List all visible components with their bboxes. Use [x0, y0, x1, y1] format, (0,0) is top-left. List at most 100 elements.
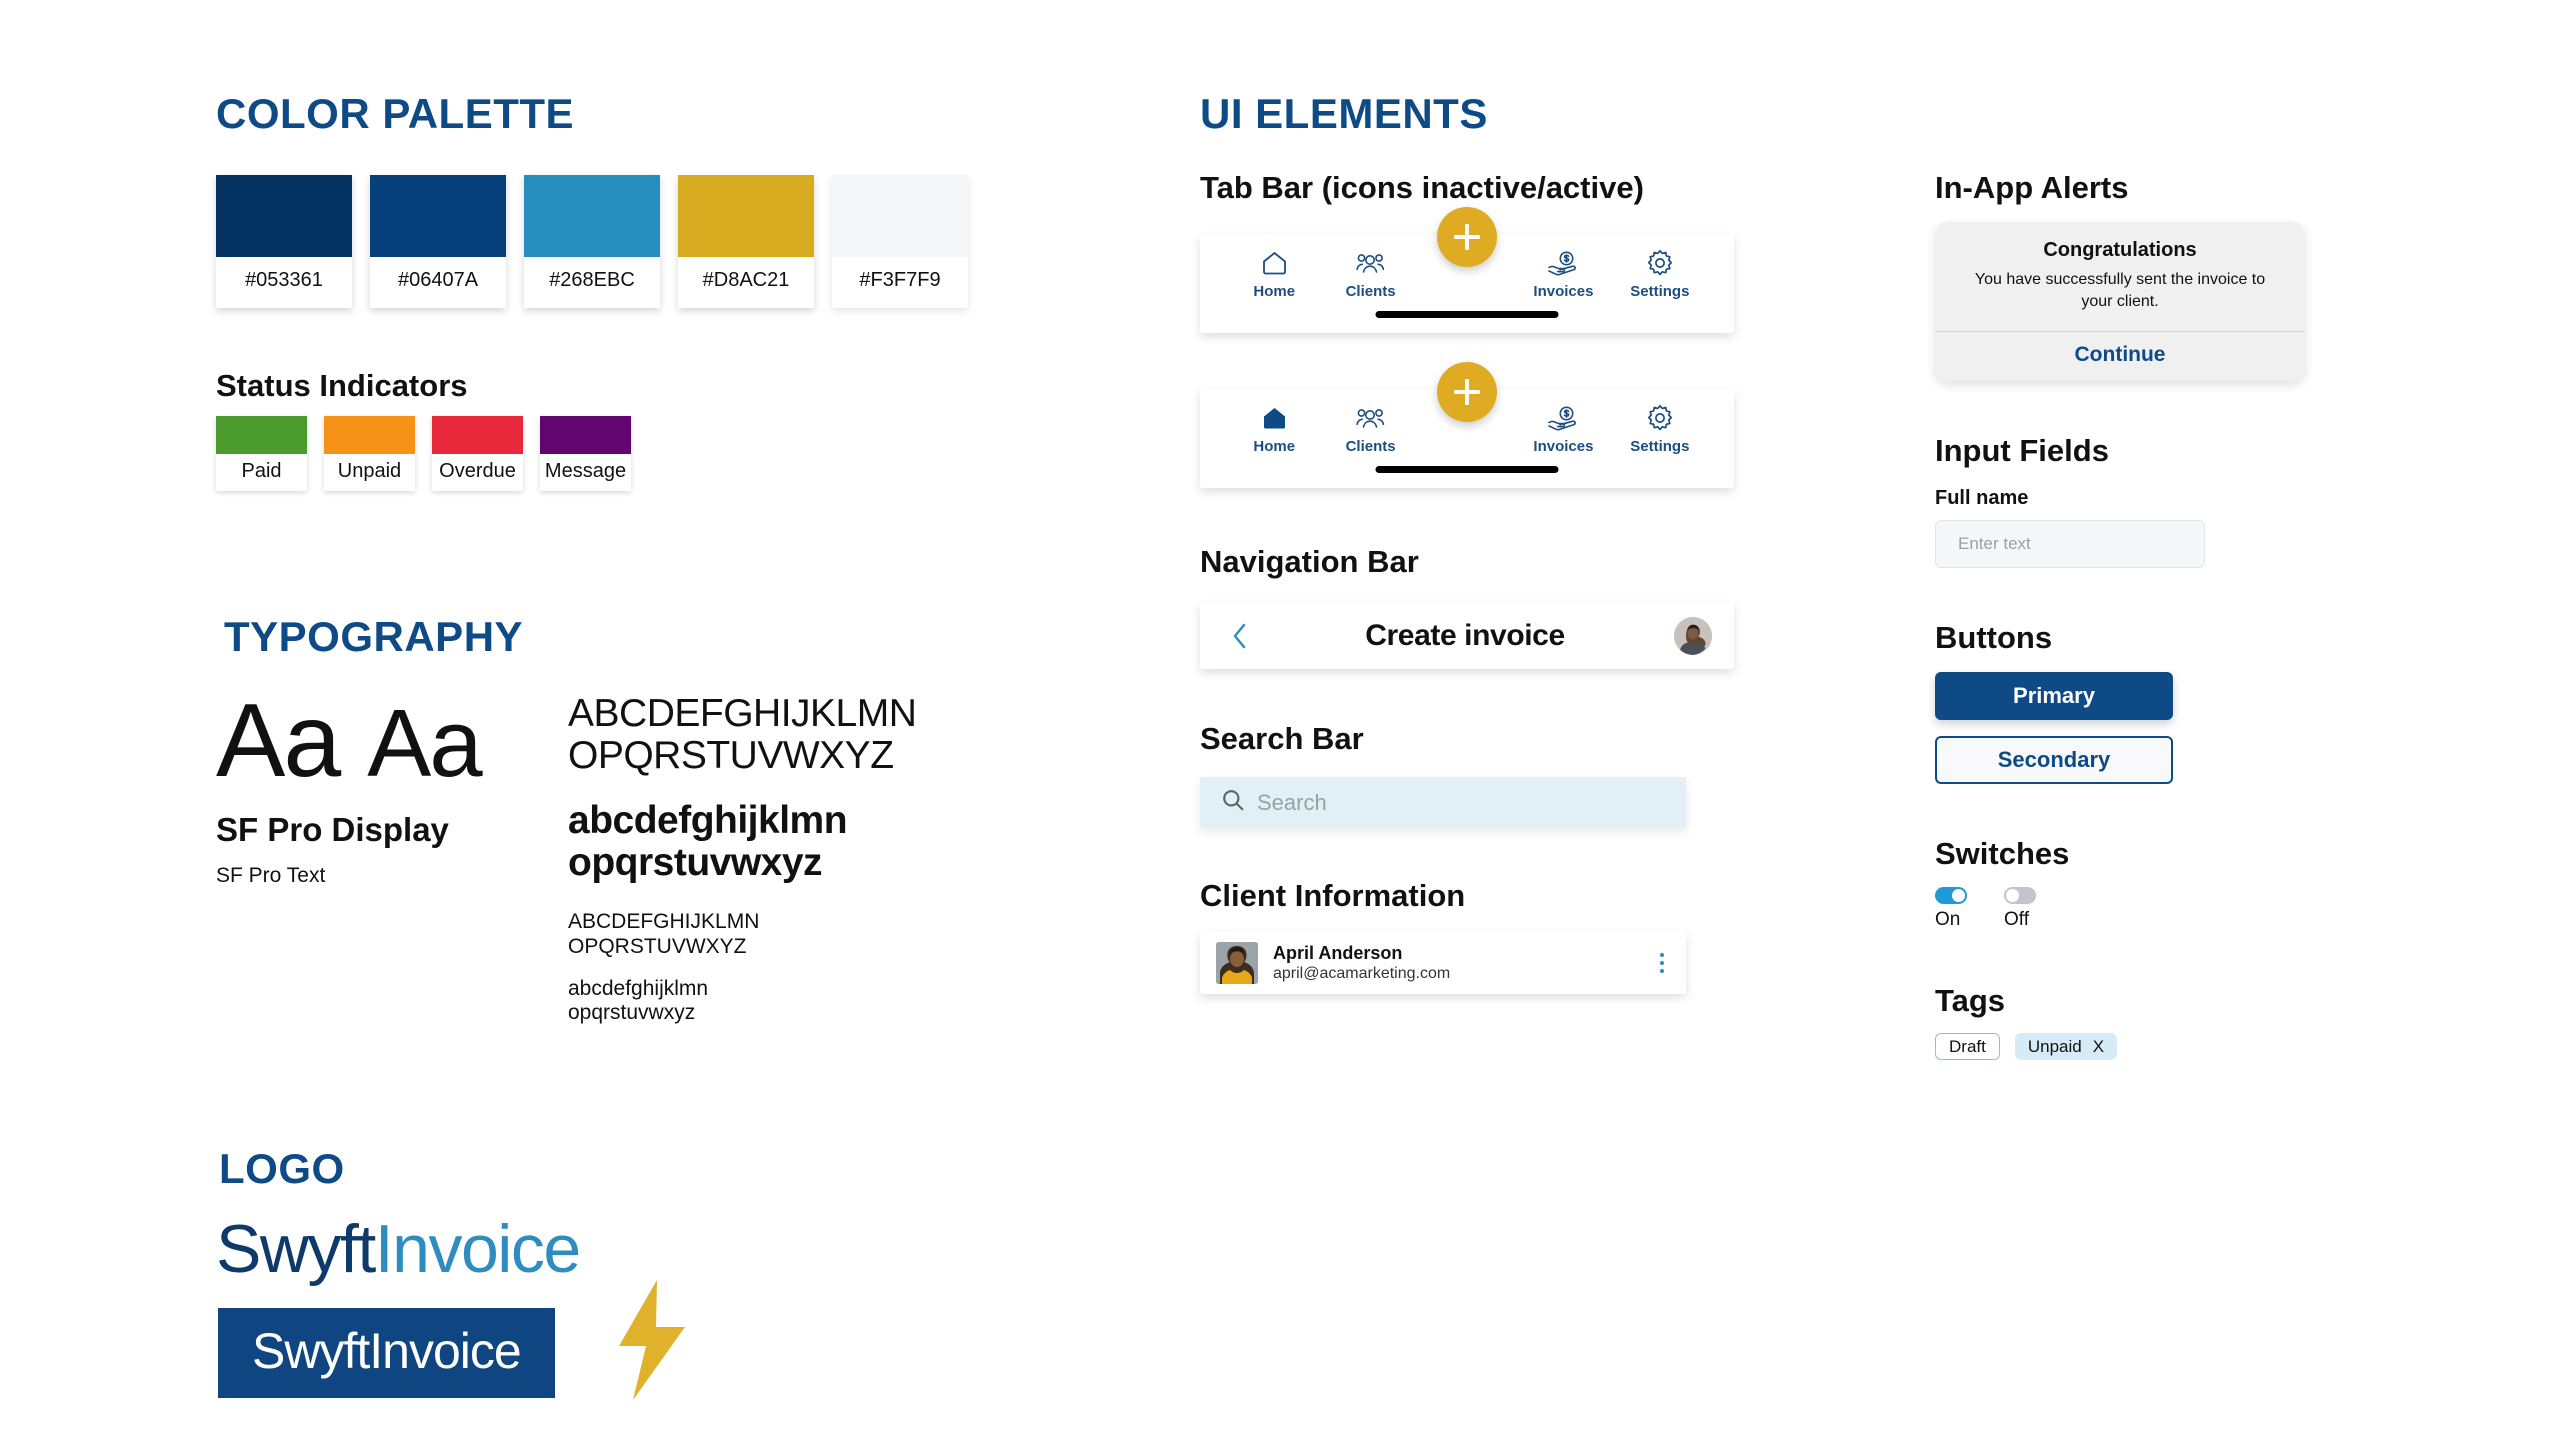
logo-word-invoice: Invoice: [374, 1211, 581, 1287]
primary-button[interactable]: Primary: [1935, 672, 2173, 721]
tag-unpaid-label: Unpaid: [2027, 1036, 2082, 1056]
full-name-field[interactable]: Enter text: [1935, 520, 2205, 569]
color-swatch: #268EBC: [524, 175, 660, 308]
color-chip: [216, 175, 352, 257]
invoices-icon: [1547, 403, 1579, 433]
color-hex-label: #D8AC21: [702, 269, 790, 291]
navigation-bar-section: Navigation Bar Create invoice: [1200, 544, 1760, 669]
navigation-bar-heading: Navigation Bar: [1200, 544, 1419, 579]
color-chip: [524, 175, 660, 257]
input-fields-heading: Input Fields: [1935, 433, 2109, 469]
input-fields-section: Input Fields Full name Enter text: [1935, 433, 2405, 569]
status-indicator: Overdue: [432, 416, 523, 491]
settings-icon: [1646, 248, 1674, 278]
add-fab-button[interactable]: [1437, 362, 1497, 422]
chevron-left-icon[interactable]: [1222, 622, 1256, 650]
switches-section: Switches On Off: [1935, 836, 2405, 931]
status-chip: [324, 416, 415, 454]
aa-specimen-row: Aa Aa: [216, 689, 568, 793]
alphabet-large-lower-1: abcdefghijklmn: [568, 799, 848, 843]
tag-draft-label: Draft: [1949, 1036, 1986, 1056]
search-bar-section: Search Bar Search: [1200, 721, 1760, 828]
client-information-section: Client Information April Anderson april@…: [1200, 878, 1760, 994]
logo-wordmark-reversed: SwyftInvoice: [218, 1308, 555, 1399]
status-indicator: Unpaid: [324, 416, 415, 491]
tab-settings[interactable]: Settings: [1612, 248, 1708, 300]
logo-word-swyft: Swyft: [216, 1211, 376, 1287]
home-indicator: [1375, 466, 1559, 473]
kebab-menu-icon[interactable]: [1654, 949, 1670, 977]
color-swatch: #D8AC21: [678, 175, 814, 308]
color-palette-heading: Color Palette: [216, 90, 575, 137]
logo-section: Logo SwyftInvoice SwyftInvoice: [216, 1145, 1016, 1400]
tag-draft[interactable]: Draft: [1935, 1033, 2000, 1061]
avatar[interactable]: [1674, 616, 1712, 655]
full-name-label: Full name: [1935, 487, 2029, 510]
clients-icon: [1355, 403, 1387, 433]
search-input[interactable]: Search: [1200, 777, 1686, 828]
tag-remove-icon[interactable]: X: [2093, 1037, 2104, 1057]
switch-knob: [2006, 889, 2019, 903]
search-icon: [1222, 789, 1244, 816]
tab-clients[interactable]: Clients: [1322, 403, 1418, 455]
tab-invoices[interactable]: Invoices: [1515, 403, 1611, 455]
add-fab-button[interactable]: [1437, 207, 1497, 267]
ui-elements-heading: UI Elements: [1200, 90, 1488, 137]
typeface-display-name: SF Pro Display: [216, 811, 449, 848]
tab-invoices-label: Invoices: [1533, 283, 1594, 300]
switch-off-item: Off: [2004, 887, 2036, 931]
tab-invoices[interactable]: Invoices: [1515, 248, 1611, 300]
status-indicator-row: Paid Unpaid Overdue Message: [216, 416, 1016, 491]
logo-wordmark: SwyftInvoice: [216, 1211, 1016, 1287]
tab-home[interactable]: Home: [1226, 403, 1322, 455]
client-list-item[interactable]: April Anderson april@acamarketing.com: [1200, 932, 1686, 994]
toggle-switch-off[interactable]: [2004, 887, 2036, 905]
logo-reversed-text: SwyftInvoice: [252, 1322, 522, 1380]
left-column: Color Palette #053361 #06407A #268EBC #D…: [216, 90, 1016, 1400]
logo-heading: Logo: [219, 1145, 345, 1192]
tab-clients[interactable]: Clients: [1322, 248, 1418, 300]
status-indicator: Paid: [216, 416, 307, 491]
client-name: April Anderson: [1273, 942, 1403, 963]
tab-bar-section: Tab Bar (icons inactive/active) Home Cli…: [1200, 170, 1760, 488]
color-swatch-row: #053361 #06407A #268EBC #D8AC21 #F3F7F9: [216, 175, 1016, 308]
color-chip: [678, 175, 814, 257]
client-details: April Anderson april@acamarketing.com: [1273, 942, 1639, 985]
in-app-alerts-section: In-App Alerts Congratulations You have s…: [1935, 170, 2405, 382]
alphabet-large-lower-2: opqrstuvwxyz: [568, 841, 823, 885]
client-avatar: [1216, 942, 1258, 984]
alert-continue-button[interactable]: Continue: [1935, 331, 2305, 381]
page-title: Create invoice: [1365, 618, 1565, 652]
lightning-bolt-icon: [611, 1280, 691, 1405]
typography-heading: Typography: [224, 613, 524, 660]
switches-heading: Switches: [1935, 836, 2070, 872]
tab-home[interactable]: Home: [1226, 248, 1322, 300]
status-chip: [432, 416, 523, 454]
status-label: Unpaid: [337, 460, 402, 482]
status-indicators-section: Status Indicators Paid Unpaid Overdue Me…: [216, 368, 1016, 491]
typography-section: Typography Aa Aa SF Pro Display SF Pro T…: [216, 613, 1016, 1025]
typeface-text-name: SF Pro Text: [216, 864, 326, 887]
tag-unpaid[interactable]: Unpaid X: [2014, 1033, 2118, 1061]
alphabet-small-upper-2: OPQRSTUVWXYZ: [568, 934, 747, 958]
color-chip: [832, 175, 968, 257]
secondary-button[interactable]: Secondary: [1935, 736, 2173, 785]
home-icon: [1261, 248, 1288, 278]
color-hex-label: #268EBC: [549, 269, 635, 291]
tab-clients-label: Clients: [1345, 283, 1396, 300]
tab-invoices-label: Invoices: [1533, 438, 1594, 455]
alert-title: Congratulations: [2043, 239, 2197, 261]
client-information-heading: Client Information: [1200, 878, 1466, 913]
color-hex-label: #06407A: [397, 269, 479, 291]
settings-icon: [1646, 403, 1674, 433]
clients-icon: [1355, 248, 1387, 278]
alphabet-small-upper-1: ABCDEFGHIJKLMN: [568, 910, 760, 934]
alert-body: Congratulations You have successfully se…: [1935, 222, 2305, 331]
middle-column: UI Elements Tab Bar (icons inactive/acti…: [1200, 90, 1760, 994]
toggle-switch-on[interactable]: [1935, 887, 1967, 905]
alert-message: You have successfully sent the invoice t…: [1974, 271, 2266, 310]
navigation-bar: Create invoice: [1200, 602, 1734, 669]
tab-settings[interactable]: Settings: [1612, 403, 1708, 455]
switch-knob: [1952, 889, 1965, 903]
buttons-heading: Buttons: [1935, 620, 2053, 656]
